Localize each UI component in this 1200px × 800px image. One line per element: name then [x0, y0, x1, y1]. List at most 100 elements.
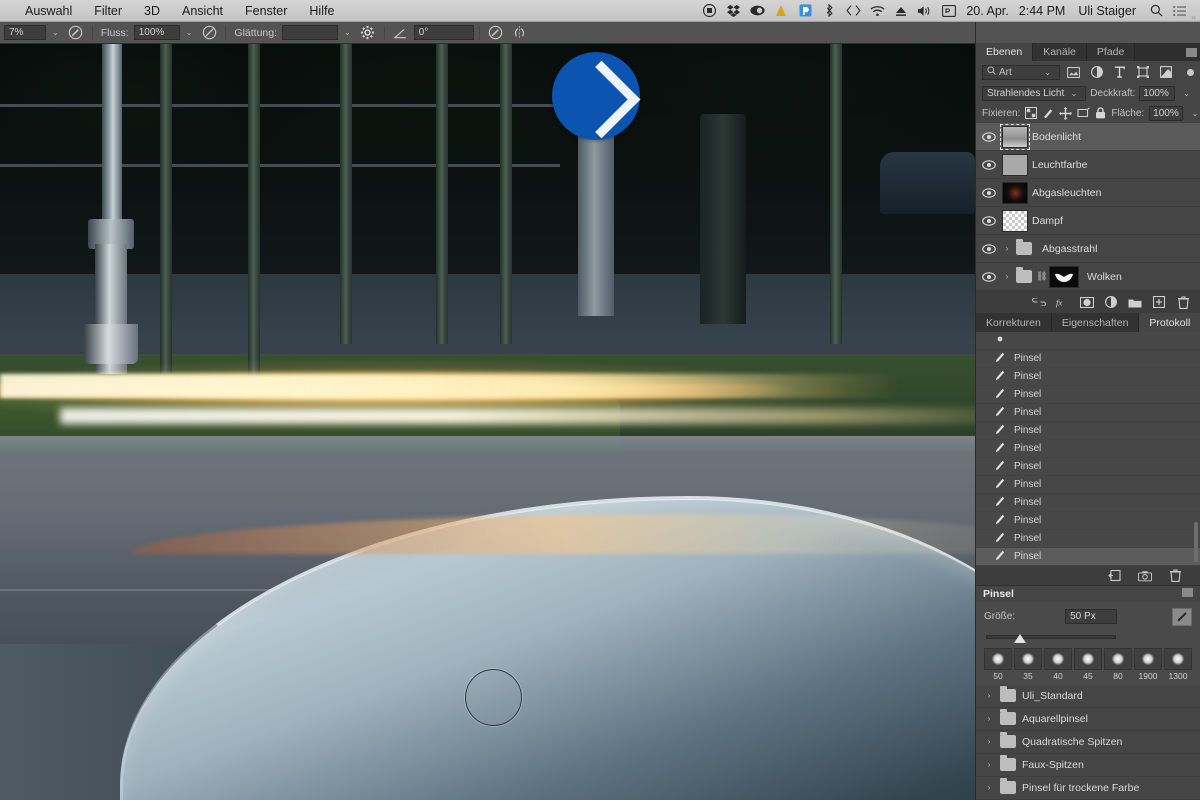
- opacity-input[interactable]: 7%: [4, 25, 46, 40]
- eject-icon[interactable]: [889, 0, 913, 22]
- bluetooth-icon[interactable]: [817, 0, 841, 22]
- chevron-down-icon[interactable]: ⌄: [1067, 89, 1082, 98]
- image-canvas[interactable]: [0, 44, 975, 800]
- chevron-right-icon[interactable]: ›: [984, 783, 994, 792]
- menu-item-ansicht[interactable]: Ansicht: [171, 0, 234, 22]
- code-icon[interactable]: [841, 0, 865, 22]
- adjustment-filter-icon[interactable]: [1087, 64, 1106, 81]
- history-scrollbar[interactable]: [1194, 522, 1198, 563]
- menubar-time[interactable]: 2:44 PM: [1014, 4, 1071, 18]
- menu-item-3d[interactable]: 3D: [133, 0, 171, 22]
- chevron-right-icon[interactable]: ›: [984, 737, 994, 746]
- image-lock-icon[interactable]: [1042, 106, 1054, 121]
- transparency-lock-icon[interactable]: [1025, 106, 1038, 121]
- chevron-right-icon[interactable]: ›: [1002, 244, 1012, 253]
- layer-fill-input[interactable]: 100%: [1149, 105, 1183, 121]
- all-lock-icon[interactable]: [1095, 106, 1106, 121]
- tab-ebenen[interactable]: Ebenen: [976, 42, 1034, 62]
- brush-preset-thumb[interactable]: [1074, 647, 1102, 670]
- history-row[interactable]: [976, 332, 1200, 351]
- dropbox-icon[interactable]: [721, 0, 745, 22]
- brush-preset[interactable]: 80: [1104, 647, 1132, 681]
- menu-item-auswahl[interactable]: Auswahl: [14, 0, 83, 22]
- flow-chevron-down-icon[interactable]: ⌄: [182, 28, 197, 37]
- tab-pfade[interactable]: Pfade: [1086, 42, 1136, 62]
- eye-icon[interactable]: [980, 188, 998, 198]
- eye-icon[interactable]: [980, 216, 998, 226]
- brush-folder-row[interactable]: › Aquarellpinsel: [976, 708, 1200, 731]
- history-row[interactable]: Pinsel: [976, 368, 1200, 387]
- record-icon[interactable]: [697, 0, 721, 22]
- angle-input[interactable]: 0°: [413, 25, 474, 40]
- new-group-icon[interactable]: [1128, 294, 1142, 310]
- history-row[interactable]: Pinsel: [976, 404, 1200, 423]
- collapse-panels-icon[interactable]: »: [1191, 12, 1196, 22]
- flow-icon[interactable]: [198, 23, 220, 43]
- volume-icon[interactable]: [913, 0, 937, 22]
- layer-row-abgasleuchten[interactable]: Abgasleuchten: [976, 179, 1200, 208]
- layer-row-leuchtfarbe[interactable]: Leuchtfarbe: [976, 151, 1200, 180]
- history-row[interactable]: Pinsel: [976, 350, 1200, 369]
- brush-preset-thumb[interactable]: [1044, 647, 1072, 670]
- creative-cloud-icon[interactable]: [745, 0, 769, 22]
- warning-icon[interactable]: [769, 0, 793, 22]
- tab-kanaele[interactable]: Kanäle: [1033, 42, 1087, 62]
- adjustment-layer-icon[interactable]: [1104, 294, 1118, 310]
- chevron-right-icon[interactable]: ›: [984, 691, 994, 700]
- layer-mask-thumbnail[interactable]: [1049, 265, 1079, 288]
- blend-mode-select[interactable]: Strahlendes Licht ⌄: [982, 85, 1087, 101]
- brush-preset[interactable]: 50: [984, 647, 1012, 681]
- brush-folder-row[interactable]: › Uli_Standard: [976, 685, 1200, 708]
- smoothing-chevron-down-icon[interactable]: ⌄: [340, 28, 355, 37]
- opacity-chevron-down-icon[interactable]: ⌄: [1179, 89, 1194, 98]
- delete-state-icon[interactable]: [1168, 568, 1182, 584]
- history-row-active[interactable]: Pinsel: [976, 548, 1200, 567]
- layer-thumbnail[interactable]: [1002, 209, 1028, 232]
- brush-preset-thumb[interactable]: [1014, 647, 1042, 670]
- menu-item-filter[interactable]: Filter: [83, 0, 133, 22]
- airbrush-icon[interactable]: [65, 23, 87, 43]
- brush-folder-row[interactable]: › Pinsel für trockene Farbe: [976, 777, 1200, 800]
- new-document-from-state-icon[interactable]: [1108, 568, 1122, 584]
- menubar-username[interactable]: Uli Staiger: [1070, 4, 1144, 18]
- history-row[interactable]: Pinsel: [976, 422, 1200, 441]
- menu-item-hilfe[interactable]: Hilfe: [298, 0, 345, 22]
- layer-thumbnail[interactable]: [1002, 181, 1028, 204]
- eye-icon[interactable]: [980, 132, 998, 142]
- menu-item-fenster[interactable]: Fenster: [234, 0, 298, 22]
- position-lock-icon[interactable]: [1059, 106, 1073, 121]
- history-row[interactable]: Pinsel: [976, 512, 1200, 531]
- history-row[interactable]: Pinsel: [976, 530, 1200, 549]
- image-filter-icon[interactable]: [1064, 64, 1083, 81]
- flow-input[interactable]: 100%: [133, 25, 180, 40]
- layer-row-dampf[interactable]: Dampf: [976, 207, 1200, 236]
- filter-toggle-icon[interactable]: [1187, 68, 1194, 76]
- link-layers-icon[interactable]: [1032, 294, 1046, 310]
- chevron-right-icon[interactable]: ›: [984, 714, 994, 723]
- pressure-size-icon[interactable]: [485, 23, 507, 43]
- brush-folder-row[interactable]: › Quadratische Spitzen: [976, 731, 1200, 754]
- history-row[interactable]: Pinsel: [976, 386, 1200, 405]
- layer-kind-select[interactable]: Art ⌄: [982, 64, 1060, 80]
- shape-filter-icon[interactable]: [1133, 64, 1152, 81]
- app-icon[interactable]: [793, 0, 817, 22]
- eye-icon[interactable]: [980, 272, 998, 282]
- eye-icon[interactable]: [980, 160, 998, 170]
- brush-preset[interactable]: 1900: [1134, 647, 1162, 681]
- tab-protokoll[interactable]: Protokoll: [1139, 313, 1200, 333]
- wifi-icon[interactable]: [865, 0, 889, 22]
- history-row[interactable]: Pinsel: [976, 440, 1200, 459]
- symmetry-icon[interactable]: [509, 23, 531, 43]
- brush-size-input[interactable]: 50 Px: [1065, 609, 1118, 625]
- menubar-date[interactable]: 20. Apr.: [961, 4, 1013, 18]
- layer-opacity-input[interactable]: 100%: [1139, 85, 1176, 101]
- history-row[interactable]: Pinsel: [976, 476, 1200, 495]
- input-source-icon[interactable]: [937, 0, 961, 22]
- brush-preset[interactable]: 40: [1044, 647, 1072, 681]
- brush-preset[interactable]: 45: [1074, 647, 1102, 681]
- panel-menu-icon[interactable]: [1182, 588, 1193, 600]
- brush-preset[interactable]: 35: [1014, 647, 1042, 681]
- delete-layer-icon[interactable]: [1176, 294, 1190, 310]
- smoothing-input[interactable]: [282, 25, 339, 40]
- chevron-right-icon[interactable]: ›: [1002, 272, 1012, 281]
